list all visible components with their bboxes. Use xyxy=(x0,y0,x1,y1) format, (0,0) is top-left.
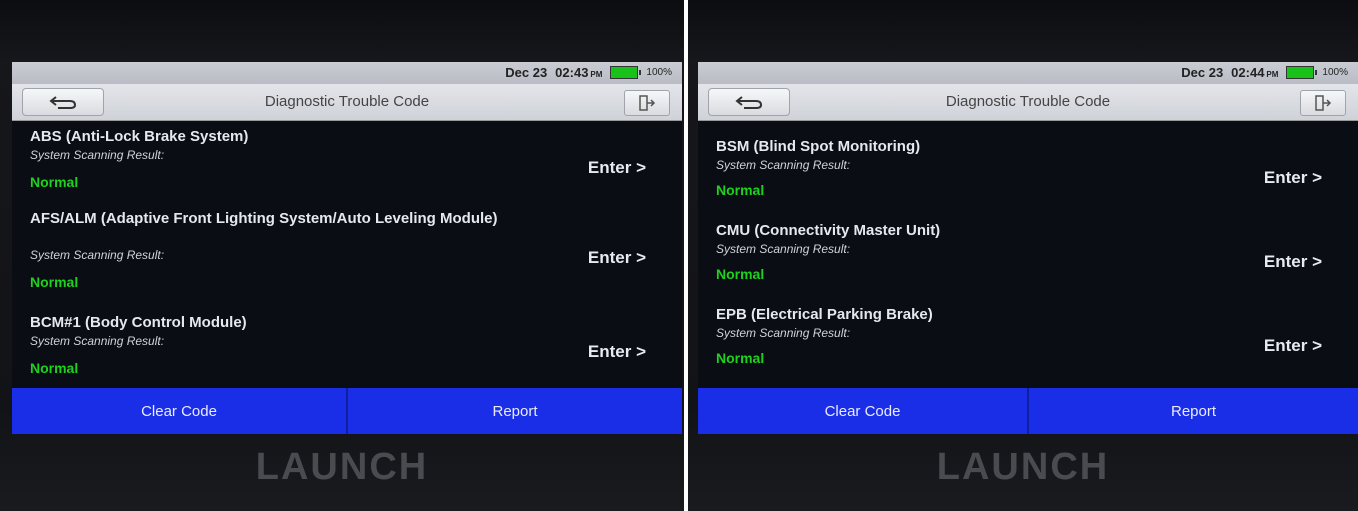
status-date: Dec 23 xyxy=(1181,65,1224,80)
status-time: 02:44 PM xyxy=(1231,65,1279,80)
device-screen: Dec 23 02:43 PM 100% Diagnostic Trouble C… xyxy=(12,62,682,434)
system-name: BCM#1 (Body Control Module) xyxy=(30,314,247,331)
enter-button[interactable]: Enter > xyxy=(1264,336,1322,356)
exit-icon xyxy=(1315,95,1332,111)
status-bar: Dec 23 02:43 PM 100% xyxy=(12,62,682,84)
report-button[interactable]: Report xyxy=(346,388,682,434)
scan-result-status: Normal xyxy=(716,182,765,198)
status-bar: Dec 23 02:44 PM 100% xyxy=(698,62,1358,84)
list-item[interactable]: AFS/ALM (Adaptive Front Lighting System/… xyxy=(12,210,682,302)
enter-button[interactable]: Enter > xyxy=(1264,168,1322,188)
scan-result-label: System Scanning Result: xyxy=(716,158,851,172)
exit-icon xyxy=(639,95,656,111)
title-bar: Diagnostic Trouble Code xyxy=(12,84,682,121)
enter-button[interactable]: Enter > xyxy=(588,158,646,178)
status-date: Dec 23 xyxy=(505,65,548,80)
scan-result-status: Normal xyxy=(30,174,79,190)
clear-code-button[interactable]: Clear Code xyxy=(12,388,346,434)
system-list: ABS (Anti-Lock Brake System) System Scan… xyxy=(12,124,682,386)
title-bar: Diagnostic Trouble Code xyxy=(698,84,1358,121)
enter-button[interactable]: Enter > xyxy=(1264,252,1322,272)
system-name: CMU (Connectivity Master Unit) xyxy=(716,222,941,239)
brand-logo: LAUNCH xyxy=(936,446,1110,488)
scan-result-status: Normal xyxy=(30,274,79,290)
scan-result-label: System Scanning Result: xyxy=(30,148,165,162)
device-screen: Dec 23 02:44 PM 100% Diagnostic Trouble C… xyxy=(698,62,1358,434)
clear-code-button[interactable]: Clear Code xyxy=(698,388,1027,434)
scan-result-label: System Scanning Result: xyxy=(716,326,851,340)
scan-result-label: System Scanning Result: xyxy=(30,334,165,348)
exit-button[interactable] xyxy=(624,90,670,116)
scan-result-label: System Scanning Result: xyxy=(716,242,851,256)
bottom-toolbar: Clear Code Report xyxy=(12,388,682,434)
system-name: ABS (Anti-Lock Brake System) xyxy=(30,128,249,145)
system-name: BSM (Blind Spot Monitoring) xyxy=(716,138,921,155)
list-item[interactable]: EPB (Electrical Parking Brake) System Sc… xyxy=(698,306,1358,382)
right-device-photo: Dec 23 02:44 PM 100% Diagnostic Trouble C… xyxy=(688,0,1358,511)
scan-result-status: Normal xyxy=(30,360,79,376)
list-item[interactable]: CMU (Connectivity Master Unit) System Sc… xyxy=(698,222,1358,298)
page-title: Diagnostic Trouble Code xyxy=(264,93,430,110)
scan-result-status: Normal xyxy=(716,350,765,366)
exit-button[interactable] xyxy=(1300,90,1346,116)
battery-percent: 100% xyxy=(1322,67,1348,78)
battery-icon xyxy=(610,66,642,79)
page-title: Diagnostic Trouble Code xyxy=(945,93,1111,110)
enter-button[interactable]: Enter > xyxy=(588,342,646,362)
scan-result-label: System Scanning Result: xyxy=(30,248,165,262)
bottom-toolbar: Clear Code Report xyxy=(698,388,1358,434)
scan-result-status: Normal xyxy=(716,266,765,282)
brand-logo: LAUNCH xyxy=(255,446,429,488)
system-name: EPB (Electrical Parking Brake) xyxy=(716,306,933,323)
left-device-photo: Dec 23 02:43 PM 100% Diagnostic Trouble C… xyxy=(0,0,684,511)
system-list: BSM (Blind Spot Monitoring) System Scann… xyxy=(698,124,1358,386)
status-time: 02:43 PM xyxy=(555,65,603,80)
list-item[interactable]: BSM (Blind Spot Monitoring) System Scann… xyxy=(698,138,1358,214)
battery-percent: 100% xyxy=(646,67,672,78)
list-item[interactable]: BCM#1 (Body Control Module) System Scann… xyxy=(12,314,682,384)
enter-button[interactable]: Enter > xyxy=(588,248,646,268)
list-item[interactable]: ABS (Anti-Lock Brake System) System Scan… xyxy=(12,128,682,198)
report-button[interactable]: Report xyxy=(1027,388,1358,434)
battery-icon xyxy=(1286,66,1318,79)
system-name: AFS/ALM (Adaptive Front Lighting System/… xyxy=(30,210,498,227)
